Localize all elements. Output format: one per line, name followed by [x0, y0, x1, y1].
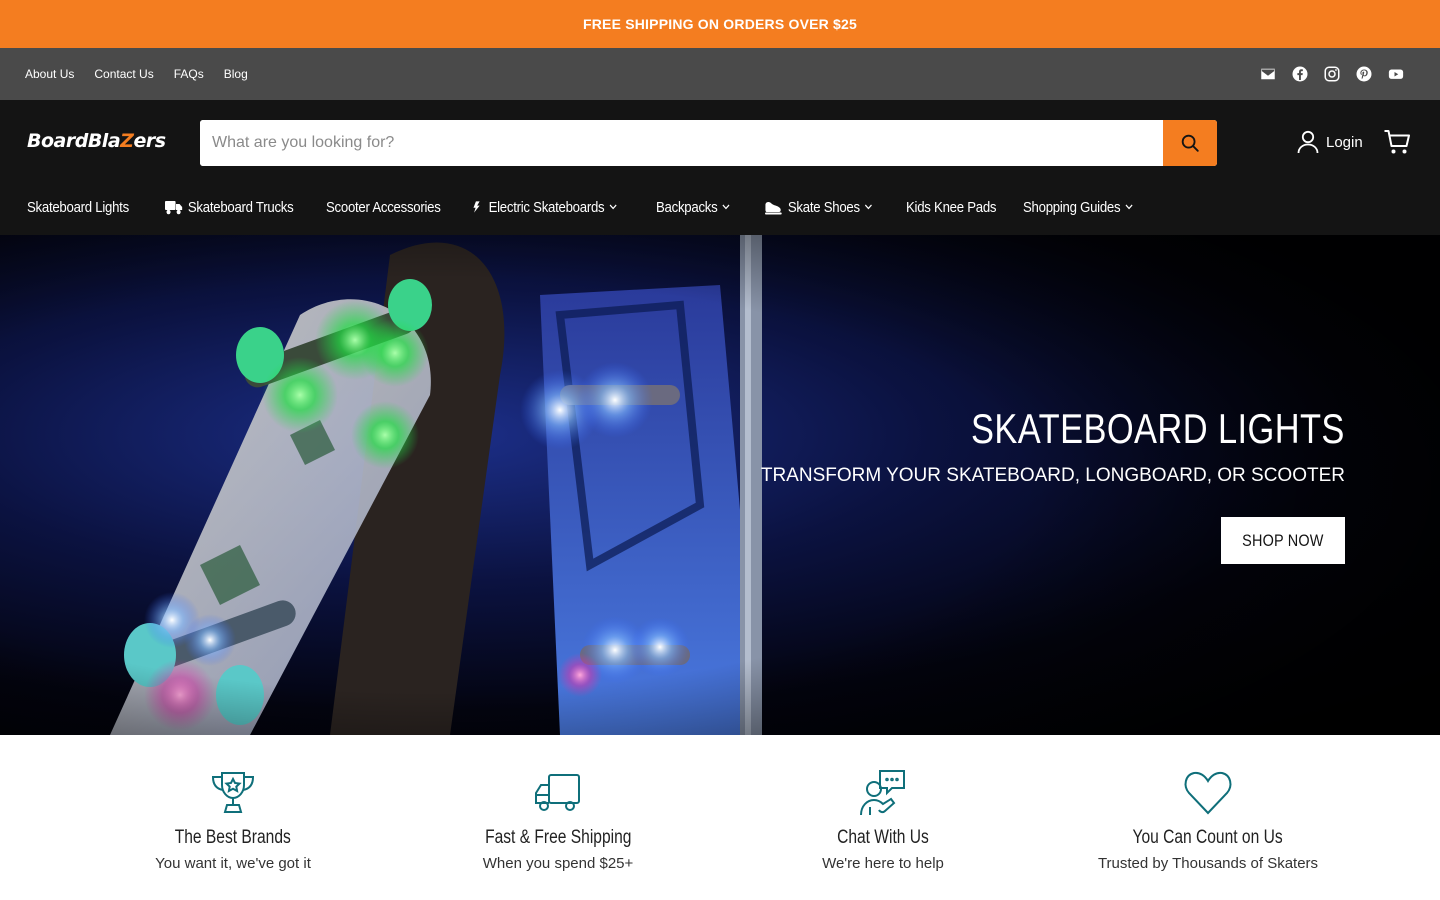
chevron-down-icon	[1125, 204, 1133, 210]
instagram-icon[interactable]	[1323, 65, 1341, 83]
nav-item-backpacks[interactable]: Backpacks	[656, 199, 752, 216]
nav-item-kids-knee-pads[interactable]: Kids Knee Pads	[906, 199, 1009, 216]
utility-links: About Us Contact Us FAQs Blog	[25, 67, 248, 81]
nav-label: Kids Knee Pads	[906, 198, 997, 216]
chevron-down-icon	[609, 204, 617, 210]
pinterest-icon[interactable]	[1355, 65, 1373, 83]
search-icon	[1181, 134, 1199, 152]
shoe-icon	[765, 199, 783, 215]
utility-link-about-us[interactable]: About Us	[25, 67, 74, 81]
chevron-down-icon	[722, 204, 730, 210]
features-row: The Best Brands You want it, we've got i…	[0, 735, 1440, 900]
cart-button[interactable]	[1383, 128, 1411, 156]
nav-item-scooter-accessories[interactable]: Scooter Accessories	[326, 199, 454, 216]
nav-label: Backpacks	[656, 198, 718, 216]
hero-title: SKATEBOARD LIGHTS	[971, 405, 1345, 452]
nav-item-skateboard-trucks[interactable]: Skateboard Trucks	[165, 199, 307, 216]
feature-title: Chat With Us	[837, 827, 929, 848]
feature-chat: Chat With Us We're here to help	[733, 735, 1033, 872]
feature-subtitle: Trusted by Thousands of Skaters	[1097, 855, 1319, 872]
feature-title: You Can Count on Us	[1132, 827, 1284, 848]
search-input[interactable]	[200, 120, 1163, 166]
search-bar	[200, 120, 1217, 166]
nav-label: Electric Skateboards	[488, 198, 605, 216]
main-nav: Skateboard Lights Skateboard Trucks Scoo…	[27, 194, 1153, 220]
utility-link-contact-us[interactable]: Contact Us	[94, 67, 153, 81]
site-logo[interactable]: BoardBlaZers	[27, 130, 177, 156]
nav-item-skateboard-lights[interactable]: Skateboard Lights	[27, 199, 148, 216]
facebook-icon[interactable]	[1291, 65, 1309, 83]
hero-banner[interactable]: SKATEBOARD LIGHTS TRANSFORM YOUR SKATEBO…	[0, 235, 1440, 735]
utility-link-blog[interactable]: Blog	[224, 67, 248, 81]
search-button[interactable]	[1163, 120, 1217, 166]
logo-text: BoardBlaZers	[27, 130, 166, 152]
trophy-icon	[208, 769, 258, 817]
nav-label: Skate Shoes	[787, 198, 860, 216]
login-label: Login	[1326, 133, 1363, 151]
youtube-icon[interactable]	[1387, 65, 1405, 83]
feature-title: The Best Brands	[174, 827, 292, 848]
cart-icon	[1384, 130, 1410, 154]
login-link[interactable]: Login	[1297, 130, 1363, 154]
heart-icon	[1183, 769, 1233, 817]
feature-title: Fast & Free Shipping	[484, 827, 632, 848]
truck-icon	[165, 199, 183, 215]
announcement-text: FREE SHIPPING ON ORDERS OVER $25	[582, 16, 858, 32]
nav-item-electric-skateboards[interactable]: Electric Skateboards	[471, 199, 634, 216]
feature-subtitle: When you spend $25+	[482, 855, 634, 872]
utility-link-faqs[interactable]: FAQs	[174, 67, 204, 81]
feature-trust: You Can Count on Us Trusted by Thousands…	[1058, 735, 1358, 872]
feature-best-brands: The Best Brands You want it, we've got i…	[83, 735, 383, 872]
shop-now-label: SHOP NOW	[1242, 530, 1324, 550]
chat-support-icon	[858, 769, 908, 817]
chevron-down-icon	[864, 204, 872, 210]
announcement-bar: FREE SHIPPING ON ORDERS OVER $25	[0, 0, 1440, 48]
feature-subtitle: We're here to help	[822, 855, 944, 872]
nav-label: Shopping Guides	[1023, 198, 1121, 216]
feature-shipping: Fast & Free Shipping When you spend $25+	[408, 735, 708, 872]
lightning-icon	[471, 199, 483, 215]
shop-now-button[interactable]: SHOP NOW	[1221, 517, 1345, 564]
nav-label: Skateboard Lights	[27, 198, 129, 216]
hero-subtitle: TRANSFORM YOUR SKATEBOARD, LONGBOARD, OR…	[760, 465, 1345, 486]
feature-subtitle: You want it, we've got it	[155, 855, 311, 872]
email-icon[interactable]	[1259, 65, 1277, 83]
utility-bar: About Us Contact Us FAQs Blog	[0, 48, 1440, 100]
site-header: BoardBlaZers Login Skateboard Lights Ska…	[0, 100, 1440, 235]
delivery-truck-icon	[533, 769, 583, 817]
nav-item-shopping-guides[interactable]: Shopping Guides	[1023, 199, 1137, 216]
nav-label: Skateboard Trucks	[187, 198, 294, 216]
social-links	[1259, 65, 1405, 83]
nav-label: Scooter Accessories	[326, 198, 441, 216]
user-icon	[1297, 130, 1319, 154]
logo-accent: Z	[120, 130, 134, 152]
nav-item-skate-shoes[interactable]: Skate Shoes	[765, 199, 889, 216]
